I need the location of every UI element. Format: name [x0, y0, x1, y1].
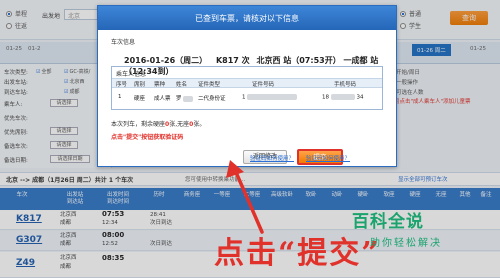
trip-train: K817 次: [215, 56, 250, 65]
passenger-index: 1: [118, 94, 122, 100]
passenger-col: 票种: [154, 82, 166, 88]
passenger-ticket: 成人票: [154, 96, 171, 102]
confirm-dialog: 已查到车票，请核对以下信息 车次信息 2016-01-26（周二） K817 次…: [97, 5, 397, 167]
passenger-phone: 18 34: [322, 94, 364, 101]
passenger-id-type: 二代身份证: [198, 96, 226, 102]
passenger-seat: 硬座: [134, 96, 146, 102]
passenger-col: 证件号码: [252, 82, 275, 88]
passenger-section-label: 乘车人信息: [116, 71, 147, 78]
site-watermark: 百科全说 助你轻松解决: [352, 205, 472, 260]
passenger-id-no: 1: [242, 94, 298, 101]
trip-date: 2016-01-26（周二）: [124, 56, 208, 65]
passenger-col: 姓名: [176, 82, 188, 88]
passenger-name: 罗: [176, 94, 194, 102]
verify-code-hint: 点击"提交"按钮获取验证码: [111, 134, 184, 141]
passenger-col: 席别: [134, 82, 146, 88]
trip-section-label: 车次信息: [111, 39, 136, 46]
seat-availability: 本次列车，剩余硬座0张,无座0张。: [111, 121, 206, 128]
watermark-subtitle: 助你轻松解决: [370, 238, 442, 249]
passenger-col: 证件类型: [198, 82, 221, 88]
passenger-table: 乘车人信息 序号 席别 票种 姓名 证件类型 证件号码 手机号码 1 硬座 成人…: [111, 66, 383, 110]
verify-help-link-2[interactable]: 验证码如何使用？: [306, 154, 350, 162]
passenger-col: 序号: [116, 82, 128, 88]
watermark-logo: 百科全说: [352, 212, 424, 232]
passenger-col: 手机号码: [334, 82, 357, 88]
trip-from: 北京西 站（07:53开）: [256, 56, 341, 65]
verify-help-link[interactable]: 验证码如何使用？: [250, 154, 294, 162]
dialog-title: 已查到车票，请核对以下信息: [195, 14, 299, 23]
